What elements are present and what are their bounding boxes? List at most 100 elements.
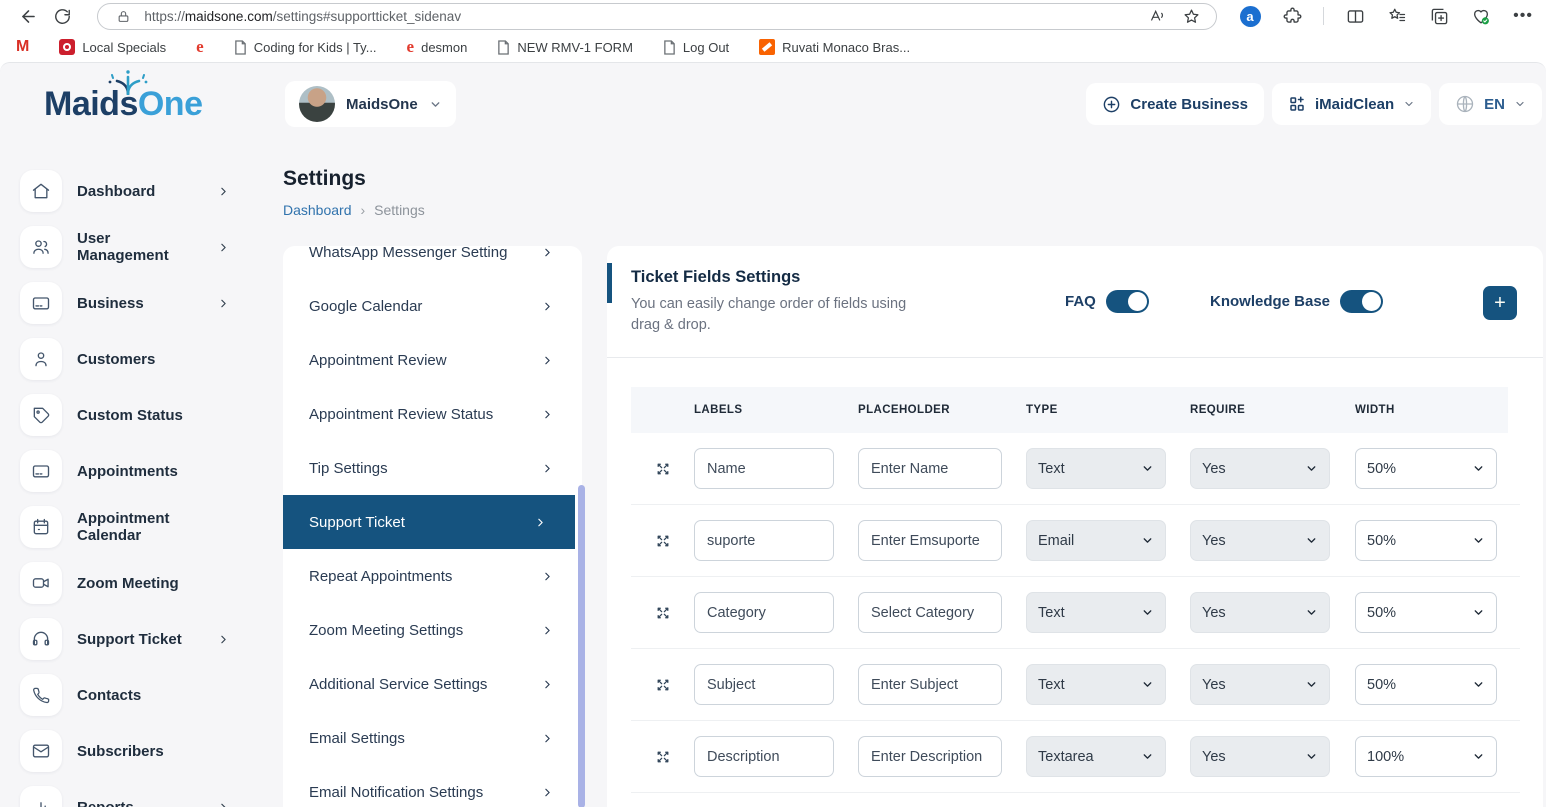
settings-nav-additional-service[interactable]: Additional Service Settings [283,657,582,711]
bookmark-desmon[interactable]: edesmon [407,37,468,57]
field-label-input[interactable] [694,448,834,489]
field-placeholder-input[interactable] [858,736,1002,777]
favorites-bar-icon[interactable] [1386,5,1408,27]
drag-handle-icon[interactable] [631,461,694,477]
bookmark-rmv-form[interactable]: NEW RMV-1 FORM [497,40,633,55]
split-screen-icon[interactable] [1344,5,1366,27]
sidebar-item-subscribers[interactable]: Subscribers [0,729,262,773]
favorite-star-icon[interactable] [1178,8,1204,25]
field-placeholder-input[interactable] [858,664,1002,705]
field-placeholder-input[interactable] [858,448,1002,489]
chevron-right-icon [534,516,547,529]
field-type-select[interactable]: Text [1026,592,1166,633]
chevron-down-icon [1472,750,1485,763]
sidebar-item-custom-status[interactable]: Custom Status [0,393,262,437]
settings-nav-email-settings[interactable]: Email Settings [283,711,582,765]
sidebar-item-appointment-calendar[interactable]: Appointment Calendar [0,505,262,549]
knowledge-base-toggle[interactable] [1340,290,1383,313]
extensions-icon[interactable] [1281,5,1303,27]
browser-essentials-icon[interactable] [1470,5,1492,27]
add-field-button[interactable]: + [1483,286,1517,320]
drag-handle-icon[interactable] [631,533,694,549]
field-label-input[interactable] [694,736,834,777]
bookmark-e-site[interactable]: e [196,37,204,57]
field-require-select[interactable]: Yes [1190,448,1330,489]
bar-chart-icon [20,786,62,807]
settings-nav-appointment-review[interactable]: Appointment Review [283,333,582,387]
breadcrumb-current: Settings [374,202,425,218]
sidebar-item-contacts[interactable]: Contacts [0,673,262,717]
field-require-select[interactable]: Yes [1190,520,1330,561]
faq-toggle-label: FAQ [1065,293,1096,310]
column-header-labels: LABELS [694,404,858,416]
profile-avatar-icon[interactable]: a [1239,5,1261,27]
settings-nav-whatsapp[interactable]: WhatsApp Messenger Setting [283,246,582,279]
settings-nav-appointment-review-status[interactable]: Appointment Review Status [283,387,582,441]
collections-icon[interactable] [1428,5,1450,27]
field-width-select[interactable]: 50% [1355,448,1497,489]
panel-accent-bar [607,263,612,303]
person-icon [20,338,62,380]
chevron-down-icon [1514,98,1526,110]
bookmark-ruvati[interactable]: Ruvati Monaco Bras... [759,39,910,55]
faq-toggle[interactable] [1106,290,1149,313]
settings-nav-email-notification[interactable]: Email Notification Settings [283,765,582,807]
breadcrumb-dashboard-link[interactable]: Dashboard [283,202,352,218]
field-placeholder-input[interactable] [858,520,1002,561]
field-label-input[interactable] [694,664,834,705]
back-button[interactable] [12,2,46,30]
chevron-right-icon [541,246,554,259]
field-placeholder-input[interactable] [858,592,1002,633]
settings-nav-support-ticket[interactable]: Support Ticket [283,495,575,549]
maidsone-logo: MaidsOne [44,85,202,124]
field-width-select[interactable]: 50% [1355,592,1497,633]
field-type-select[interactable]: Text [1026,664,1166,705]
field-label-input[interactable] [694,592,834,633]
phone-icon [20,674,62,716]
chevron-right-icon [541,570,554,583]
home-icon [20,170,62,212]
more-menu-icon[interactable]: ••• [1512,5,1534,27]
field-label-input[interactable] [694,520,834,561]
field-type-select[interactable]: Textarea [1026,736,1166,777]
bookmark-log-out[interactable]: Log Out [663,40,729,55]
bookmark-gmail[interactable]: M [16,38,29,56]
field-type-select[interactable]: Email [1026,520,1166,561]
gmail-icon: M [16,38,29,56]
address-bar[interactable]: https://maidsone.com/settings#supporttic… [97,3,1217,30]
settings-nav-zoom-meeting-settings[interactable]: Zoom Meeting Settings [283,603,582,657]
card-icon [20,282,62,324]
field-require-select[interactable]: Yes [1190,736,1330,777]
read-aloud-icon[interactable] [1144,8,1170,24]
sidebar-item-business[interactable]: Business [0,281,262,325]
settings-nav-repeat-appointments[interactable]: Repeat Appointments [283,549,582,603]
chevron-down-icon [1141,678,1154,691]
language-selector[interactable]: EN [1439,83,1542,125]
refresh-button[interactable] [46,2,80,30]
sidebar-item-support-ticket[interactable]: Support Ticket [0,617,262,661]
drag-handle-icon[interactable] [631,749,694,765]
workspace-switcher[interactable]: iMaidClean [1272,83,1431,125]
field-type-select[interactable]: Text [1026,448,1166,489]
field-width-select[interactable]: 50% [1355,664,1497,705]
settings-nav-google-calendar[interactable]: Google Calendar [283,279,582,333]
account-switcher[interactable]: MaidsOne [285,81,456,127]
sidebar-item-reports[interactable]: Reports [0,785,262,807]
settings-nav-tip-settings[interactable]: Tip Settings [283,441,582,495]
field-require-select[interactable]: Yes [1190,592,1330,633]
field-require-select[interactable]: Yes [1190,664,1330,705]
bookmark-local-specials[interactable]: Local Specials [59,39,166,55]
sidebar-item-zoom-meeting[interactable]: Zoom Meeting [0,561,262,605]
ticket-fields-panel: Ticket Fields Settings You can easily ch… [607,246,1543,807]
drag-handle-icon[interactable] [631,677,694,693]
sidebar-item-dashboard[interactable]: Dashboard [0,169,262,213]
sidebar-item-appointments[interactable]: Appointments [0,449,262,493]
field-width-select[interactable]: 50% [1355,520,1497,561]
settings-nav-scrollbar[interactable] [578,485,585,807]
drag-handle-icon[interactable] [631,605,694,621]
bookmark-coding-for-kids[interactable]: Coding for Kids | Ty... [234,40,377,55]
create-business-button[interactable]: Create Business [1086,83,1264,125]
sidebar-item-customers[interactable]: Customers [0,337,262,381]
sidebar-item-user-management[interactable]: User Management [0,225,262,269]
field-width-select[interactable]: 100% [1355,736,1497,777]
